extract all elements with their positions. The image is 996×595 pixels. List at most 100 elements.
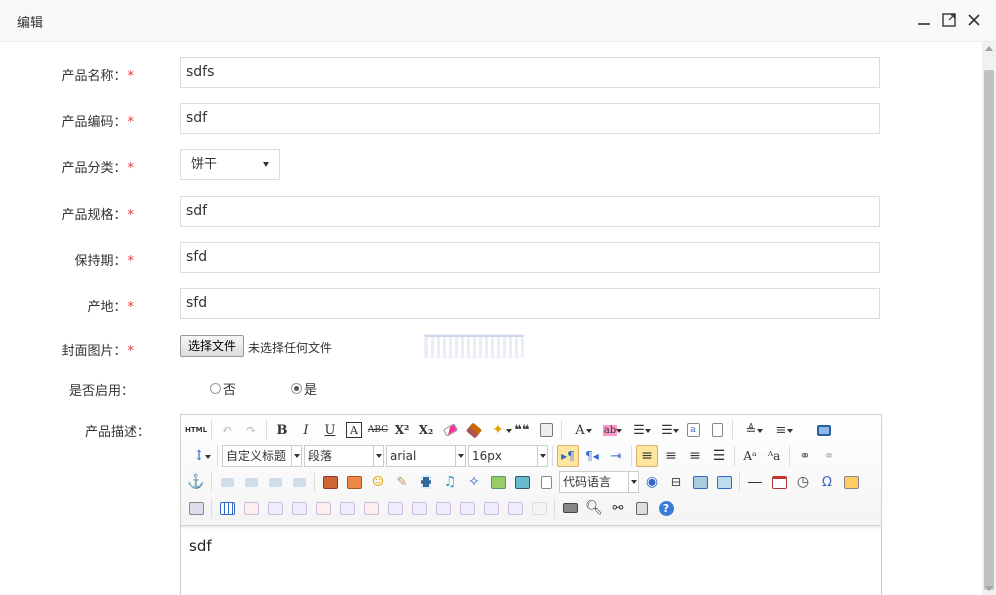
- scroll-down-icon[interactable]: [985, 586, 993, 591]
- clear-doc-icon[interactable]: [706, 419, 728, 441]
- enabled-yes-option[interactable]: 是: [291, 379, 317, 398]
- template-icon[interactable]: [689, 471, 711, 493]
- align-left-icon[interactable]: ≡: [636, 445, 658, 467]
- product-code-input[interactable]: sdf: [180, 103, 880, 134]
- undo-icon[interactable]: ↶: [216, 419, 238, 441]
- link-icon[interactable]: ⚭: [794, 445, 816, 467]
- font-color-button[interactable]: A: [566, 419, 594, 441]
- align-right-icon[interactable]: ≡: [684, 445, 706, 467]
- row-spacing-bottom-icon[interactable]: ≡: [767, 419, 795, 441]
- subscript-button[interactable]: X₂: [415, 419, 437, 441]
- origin-input[interactable]: sfd: [180, 288, 880, 319]
- background-icon[interactable]: [713, 471, 735, 493]
- bold-button[interactable]: B: [271, 419, 293, 441]
- enabled-no-option[interactable]: 否: [210, 379, 236, 398]
- image-center-icon[interactable]: [288, 471, 310, 493]
- indent-icon[interactable]: ⇥: [605, 445, 627, 467]
- direction-ltr-icon[interactable]: ▸¶: [557, 445, 579, 467]
- image-none-icon[interactable]: [216, 471, 238, 493]
- simple-upload-icon[interactable]: [319, 471, 341, 493]
- tolowercase-icon[interactable]: ᴬa: [763, 445, 785, 467]
- delete-row-icon[interactable]: [312, 497, 334, 519]
- delete-col-icon[interactable]: [360, 497, 382, 519]
- code-language-select[interactable]: 代码语言: [559, 471, 639, 493]
- strikethrough-button[interactable]: ABC: [367, 419, 389, 441]
- anchor-icon[interactable]: ⚓: [185, 471, 207, 493]
- row-spacing-top-icon[interactable]: ≜: [737, 419, 765, 441]
- music-icon[interactable]: ♫: [439, 471, 461, 493]
- unordered-list-icon[interactable]: ☰: [654, 419, 680, 441]
- merge-down-icon[interactable]: [432, 497, 454, 519]
- emotion-icon[interactable]: ☺: [367, 471, 389, 493]
- draft-icon[interactable]: [631, 497, 653, 519]
- html-source-button[interactable]: HTML: [185, 419, 207, 441]
- align-justify-icon[interactable]: ☰: [708, 445, 730, 467]
- attachment-icon[interactable]: ✧: [463, 471, 485, 493]
- paste-plain-icon[interactable]: [535, 419, 557, 441]
- touppercase-icon[interactable]: Aᵃ: [739, 445, 761, 467]
- direction-rtl-icon[interactable]: ¶◂: [581, 445, 603, 467]
- search-replace-icon[interactable]: ⚯: [607, 497, 629, 519]
- editor-content[interactable]: sdf: [189, 537, 212, 555]
- eraser-icon[interactable]: [439, 419, 461, 441]
- preview-monitor-icon[interactable]: [813, 419, 835, 441]
- radio-yes[interactable]: [291, 383, 302, 394]
- print-icon[interactable]: [559, 497, 581, 519]
- ordered-list-icon[interactable]: ☰: [626, 419, 652, 441]
- map-icon[interactable]: [487, 471, 509, 493]
- page-break-icon[interactable]: ⊟: [665, 471, 687, 493]
- insert-paragraph-before-table-icon[interactable]: [264, 497, 286, 519]
- choose-file-button[interactable]: 选择文件: [180, 335, 245, 357]
- product-name-input[interactable]: sdfs: [180, 57, 880, 88]
- superscript-button[interactable]: X²: [391, 419, 413, 441]
- merge-right-icon[interactable]: [408, 497, 430, 519]
- auto-format-icon[interactable]: ✦: [487, 419, 512, 441]
- radio-no[interactable]: [210, 383, 221, 394]
- insert-image-icon[interactable]: [343, 471, 365, 493]
- split-to-cols-icon[interactable]: [504, 497, 526, 519]
- align-center-icon[interactable]: ≡: [660, 445, 682, 467]
- split-to-rows-icon[interactable]: [480, 497, 502, 519]
- minimize-icon[interactable]: [916, 10, 932, 30]
- insert-row-icon[interactable]: [288, 497, 310, 519]
- chart-icon[interactable]: [528, 497, 550, 519]
- select-all-icon[interactable]: a: [682, 419, 704, 441]
- time-icon[interactable]: ◷: [792, 471, 814, 493]
- snapscreen-icon[interactable]: [185, 497, 207, 519]
- format-painter-icon[interactable]: [463, 419, 485, 441]
- product-spec-input[interactable]: sdf: [180, 196, 880, 227]
- maximize-icon[interactable]: [941, 10, 957, 30]
- insert-video-icon[interactable]: [415, 471, 437, 493]
- blockquote-button[interactable]: ❝❝: [511, 419, 533, 441]
- gmap-icon[interactable]: [511, 471, 533, 493]
- font-size-select[interactable]: 16px: [468, 445, 548, 467]
- italic-button[interactable]: I: [295, 419, 317, 441]
- delete-table-icon[interactable]: [240, 497, 262, 519]
- paragraph-format-select[interactable]: 段落: [304, 445, 384, 467]
- preview-icon[interactable]: 🔍︎: [583, 497, 605, 519]
- product-category-select[interactable]: 饼干: [180, 149, 280, 180]
- insert-frame-icon[interactable]: [535, 471, 557, 493]
- special-chars-button[interactable]: Ω: [816, 471, 838, 493]
- background-color-icon[interactable]: ab: [596, 419, 624, 441]
- shelf-life-input[interactable]: sfd: [180, 242, 880, 273]
- web-app-icon[interactable]: ◉: [641, 471, 663, 493]
- line-height-icon[interactable]: ↕: [185, 445, 213, 467]
- image-left-icon[interactable]: [240, 471, 262, 493]
- help-icon[interactable]: ?: [655, 497, 677, 519]
- merge-cells-icon[interactable]: [384, 497, 406, 519]
- vertical-scrollbar[interactable]: [982, 42, 996, 595]
- date-icon[interactable]: [768, 471, 790, 493]
- close-icon[interactable]: [966, 10, 982, 30]
- scrollbar-thumb[interactable]: [984, 70, 994, 590]
- scroll-up-icon[interactable]: [985, 46, 993, 51]
- scrawl-icon[interactable]: ✎: [391, 471, 413, 493]
- insert-table-icon[interactable]: [216, 497, 238, 519]
- underline-button[interactable]: U: [319, 419, 341, 441]
- custom-heading-select[interactable]: 自定义标题: [222, 445, 302, 467]
- unlink-icon[interactable]: ⚭: [818, 445, 840, 467]
- wordimage-icon[interactable]: [840, 471, 862, 493]
- font-family-select[interactable]: arial: [386, 445, 466, 467]
- image-right-icon[interactable]: [264, 471, 286, 493]
- redo-icon[interactable]: ↷: [240, 419, 262, 441]
